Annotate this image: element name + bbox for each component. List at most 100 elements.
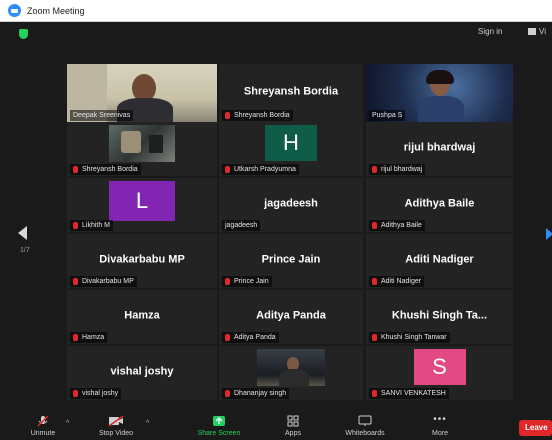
participant-tile[interactable]: Prince Jain Prince Jain <box>219 234 363 288</box>
share-screen-label: Share Screen <box>197 430 241 437</box>
muted-mic-icon <box>225 278 230 285</box>
muted-mic-icon <box>225 112 230 119</box>
participant-tile[interactable]: Shreyansh Bordia Shreyansh Bordia <box>219 64 363 122</box>
zoom-logo-icon <box>8 4 21 17</box>
unmute-button[interactable]: Unmute <box>22 415 64 437</box>
participant-name-label: vishal joshy <box>70 388 122 399</box>
window-title: Zoom Meeting <box>27 5 85 16</box>
zoom-window: Zoom Meeting Sign in Vi 1/7 Deepak Sreen… <box>0 0 552 440</box>
participant-name-label: Pushpa S <box>369 110 406 121</box>
participant-display-name: Aditya Panda <box>256 309 326 322</box>
participant-name-label: Adithya Baile <box>369 220 425 231</box>
participant-display-name: jagadeesh <box>264 197 318 210</box>
muted-mic-icon <box>372 334 377 341</box>
participant-tile[interactable]: Adithya Baile Adithya Baile <box>366 178 513 232</box>
participant-display-name: Aditi Nadiger <box>405 253 474 266</box>
muted-mic-icon <box>73 390 78 397</box>
participant-name-label: Utkarsh Pradyumna <box>222 164 299 175</box>
muted-mic-icon <box>73 334 78 341</box>
participant-display-name: Prince Jain <box>261 253 321 266</box>
apps-label: Apps <box>285 430 301 437</box>
participant-tile[interactable]: Hamza Hamza <box>67 290 217 344</box>
participant-tile[interactable]: Aditi Nadiger Aditi Nadiger <box>366 234 513 288</box>
participant-name-label: Hamza <box>70 332 108 343</box>
sign-in-button[interactable]: Sign in <box>478 27 502 36</box>
participant-tile[interactable]: S SANVI VENKATESH <box>366 346 513 400</box>
audio-options-caret-icon[interactable]: ^ <box>66 420 69 427</box>
share-screen-button[interactable]: Share Screen <box>186 415 252 437</box>
participant-display-name: Shreyansh Bordia <box>243 85 339 98</box>
participant-tile[interactable]: jagadeesh jagadeesh <box>219 178 363 232</box>
gallery-view-icon <box>528 28 536 35</box>
participant-name-label: Shreyansh Bordia <box>70 164 141 175</box>
participant-display-name: Divakarbabu MP <box>99 253 185 266</box>
muted-mic-icon <box>73 278 78 285</box>
unmute-label: Unmute <box>30 430 56 437</box>
participant-tile[interactable]: rijul bhardwaj rijul bhardwaj <box>366 122 513 176</box>
muted-mic-icon <box>73 222 78 229</box>
share-screen-icon <box>213 416 225 426</box>
participant-tile-video[interactable]: Dhananjay singh <box>219 346 363 400</box>
previous-page-arrow-icon[interactable] <box>18 226 27 240</box>
participant-name-label: Aditi Nadiger <box>369 276 425 287</box>
video-options-caret-icon[interactable]: ^ <box>146 420 149 427</box>
participant-tile-video[interactable]: Shreyansh Bordia <box>67 122 217 176</box>
participant-name-label: rijul bhardwaj <box>369 164 426 175</box>
more-dots-icon: ••• <box>433 414 447 425</box>
participant-tile[interactable]: Khushi Singh Ta... Khushi Singh Tanwar <box>366 290 513 344</box>
security-shield-icon[interactable] <box>19 29 28 39</box>
participant-name-label: Likhith M <box>70 220 114 231</box>
participant-tile[interactable]: Divakarbabu MP Divakarbabu MP <box>67 234 217 288</box>
more-label: More <box>432 430 448 437</box>
participant-tile[interactable]: vishal joshy vishal joshy <box>67 346 217 400</box>
participant-display-name: Adithya Baile <box>404 197 475 210</box>
meeting-toolbar: Unmute ^ Stop Video ^ Share Screen Apps … <box>0 412 552 440</box>
more-button[interactable]: ••• More <box>422 414 458 438</box>
participant-name-label: Divakarbabu MP <box>70 276 137 287</box>
participant-name-label: SANVI VENKATESH <box>369 388 449 399</box>
participant-tile-video[interactable]: Deepak Sreenivas <box>67 64 217 122</box>
participant-name-label: Aditya Panda <box>222 332 279 343</box>
participant-name-label: Deepak Sreenivas <box>70 110 134 121</box>
participant-video-feed <box>109 125 175 162</box>
video-camera-icon <box>108 415 124 427</box>
participant-name-label: Shreyansh Bordia <box>222 110 293 121</box>
muted-mic-icon <box>372 166 377 173</box>
participant-tile[interactable]: L Likhith M <box>67 178 217 232</box>
participant-name-label: jagadeesh <box>222 220 261 231</box>
participant-video-feed <box>257 349 325 387</box>
microphone-muted-icon <box>37 415 49 427</box>
stop-video-label: Stop Video <box>98 430 134 437</box>
next-page-arrow-icon[interactable] <box>546 228 552 240</box>
muted-mic-icon <box>225 334 230 341</box>
participant-tile[interactable]: Aditya Panda Aditya Panda <box>219 290 363 344</box>
participant-tile-video[interactable]: Pushpa S <box>366 64 513 122</box>
muted-mic-icon <box>372 278 377 285</box>
participant-display-name: vishal joshy <box>110 365 174 378</box>
leave-button[interactable]: Leave <box>519 420 552 436</box>
muted-mic-icon <box>225 390 230 397</box>
participant-name-label: Dhananjay singh <box>222 388 290 399</box>
participant-name-label: Prince Jain <box>222 276 272 287</box>
view-label: Vi <box>539 27 546 36</box>
apps-icon <box>287 415 299 427</box>
participant-display-name: rijul bhardwaj <box>403 141 476 154</box>
participant-name-label: Khushi Singh Tanwar <box>369 332 450 343</box>
title-bar: Zoom Meeting <box>0 0 552 22</box>
avatar: L <box>109 181 175 221</box>
muted-mic-icon <box>73 166 78 173</box>
muted-mic-icon <box>372 390 377 397</box>
whiteboards-button[interactable]: Whiteboards <box>334 415 396 437</box>
stop-video-button[interactable]: Stop Video <box>88 415 144 437</box>
avatar: S <box>413 349 466 385</box>
participant-tile[interactable]: H Utkarsh Pradyumna <box>219 122 363 176</box>
muted-mic-icon <box>225 166 230 173</box>
page-indicator: 1/7 <box>20 247 30 254</box>
muted-mic-icon <box>372 222 377 229</box>
view-button[interactable]: Vi <box>528 27 546 36</box>
whiteboard-icon <box>358 415 372 426</box>
participant-display-name: Khushi Singh Ta... <box>391 309 488 322</box>
apps-button[interactable]: Apps <box>276 415 310 437</box>
whiteboards-label: Whiteboards <box>345 430 385 437</box>
avatar: H <box>265 125 317 161</box>
